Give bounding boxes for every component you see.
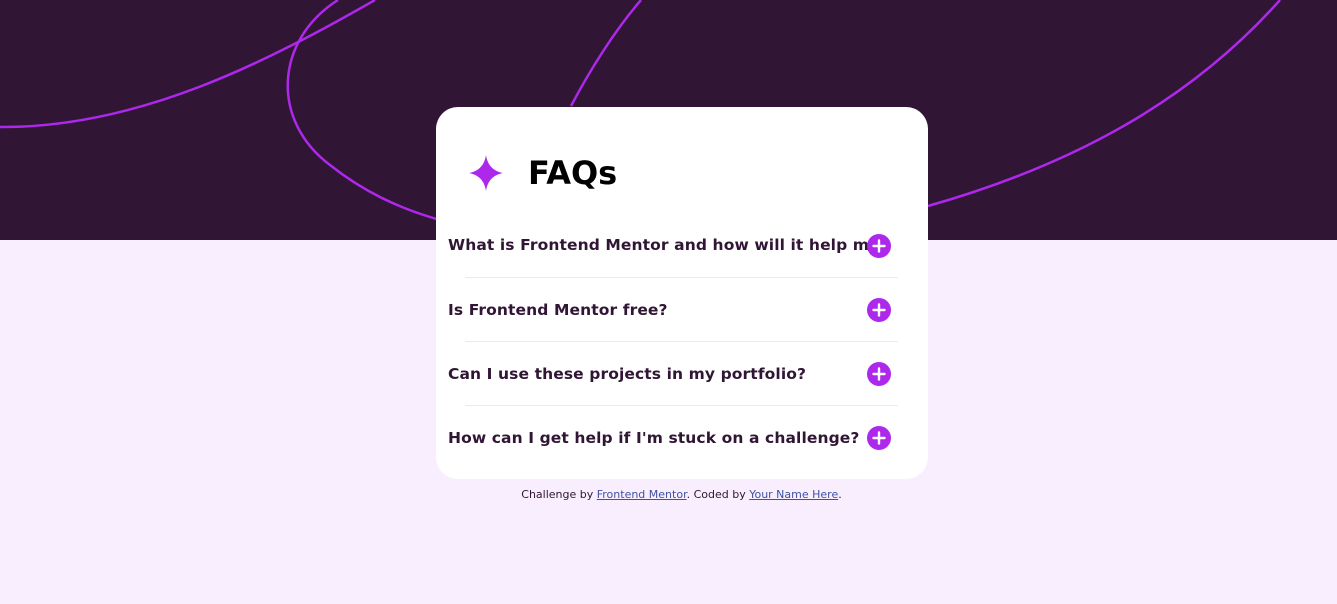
page-title: FAQs <box>528 154 618 192</box>
plus-icon[interactable] <box>867 234 891 258</box>
attribution-middle: . Coded by <box>686 488 750 501</box>
faq-item[interactable]: How can I get help if I'm stuck on a cha… <box>448 406 898 470</box>
attribution-suffix: . <box>838 488 842 501</box>
plus-icon[interactable] <box>867 298 891 322</box>
author-link[interactable]: Your Name Here <box>749 488 838 501</box>
faq-card: FAQs What is Frontend Mentor and how wil… <box>436 107 928 479</box>
faq-header: FAQs <box>466 153 617 193</box>
faq-question[interactable]: How can I get help if I'm stuck on a cha… <box>448 429 860 447</box>
plus-icon[interactable] <box>867 362 891 386</box>
attribution-prefix: Challenge by <box>521 488 597 501</box>
faq-list: What is Frontend Mentor and how will it … <box>448 214 898 470</box>
attribution: Challenge by Frontend Mentor. Coded by Y… <box>0 488 1337 501</box>
faq-question[interactable]: Is Frontend Mentor free? <box>448 301 668 319</box>
faq-question[interactable]: What is Frontend Mentor and how will it … <box>448 236 889 254</box>
faq-item[interactable]: Can I use these projects in my portfolio… <box>448 342 898 406</box>
faq-item[interactable]: Is Frontend Mentor free? <box>448 278 898 342</box>
plus-icon[interactable] <box>867 426 891 450</box>
faq-item[interactable]: What is Frontend Mentor and how will it … <box>448 214 898 278</box>
frontend-mentor-link[interactable]: Frontend Mentor <box>597 488 687 501</box>
faq-question[interactable]: Can I use these projects in my portfolio… <box>448 365 806 383</box>
star-icon <box>469 155 503 191</box>
